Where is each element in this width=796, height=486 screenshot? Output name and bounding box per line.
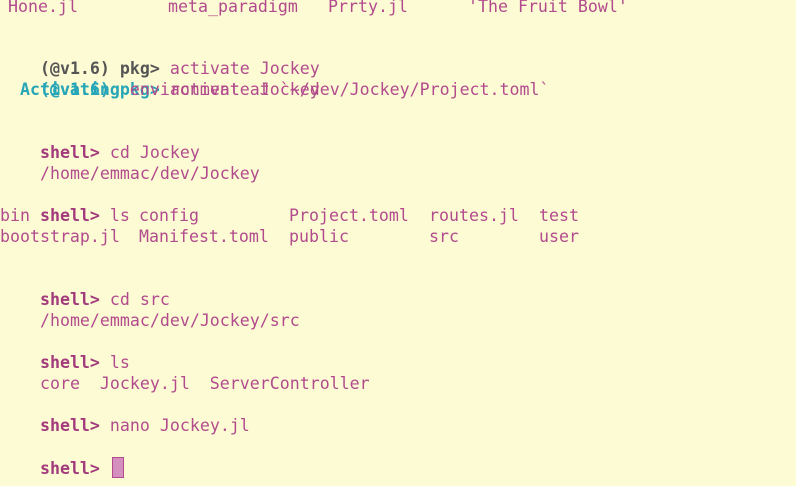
top-file-row: Hone.jl meta_paradigm Prrty.jl 'The Frui… bbox=[0, 0, 628, 17]
output-text: core Jockey.jl ServerController bbox=[39, 374, 370, 393]
file-entry: Hone.jl bbox=[8, 0, 78, 16]
file-entry: src bbox=[429, 227, 459, 246]
activating-output: Activating environment at `~/dev/Jockey/… bbox=[0, 79, 550, 100]
active-prompt-line[interactable]: shell> bbox=[0, 436, 124, 478]
terminal-window[interactable]: Hone.jl meta_paradigm Prrty.jl 'The Frui… bbox=[0, 0, 796, 486]
file-entry: Prrty.jl bbox=[328, 0, 408, 16]
activating-path: environment at `~/dev/Jockey/Project.tom… bbox=[129, 80, 550, 99]
file-entry: bootstrap.jl bbox=[0, 227, 120, 246]
shell-command-line: shell> cd Jockey bbox=[0, 121, 200, 162]
file-entry: public bbox=[289, 227, 349, 246]
command-output: /home/emmac/dev/Jockey bbox=[0, 142, 260, 183]
shell-command-line: shell> ls bbox=[0, 184, 130, 225]
shell-command-line: shell> cd src bbox=[0, 268, 170, 309]
file-entry: user bbox=[539, 227, 579, 246]
output-text: /home/emmac/dev/Jockey/src bbox=[39, 311, 300, 330]
shell-command-line: shell> ls bbox=[0, 331, 130, 372]
file-entry: 'The Fruit Bowl' bbox=[468, 0, 628, 16]
command-output: core Jockey.jl ServerController bbox=[0, 352, 370, 393]
activating-label: Activating bbox=[19, 80, 120, 99]
file-entry: test bbox=[539, 206, 579, 225]
shell-prompt: shell> bbox=[39, 459, 100, 478]
command-text: nano Jockey.jl bbox=[109, 416, 250, 435]
shell-command-line: shell> nano Jockey.jl bbox=[0, 394, 250, 435]
pkg-command-line: (@v1.6) pkg> activate Jockey bbox=[0, 58, 320, 99]
pkg-command-line: (@v1.6) pkg> activate Jockey bbox=[0, 37, 320, 78]
ls-output-row: bin config Project.toml routes.jl test bbox=[0, 205, 796, 226]
block-cursor-icon bbox=[111, 457, 124, 478]
command-output: /home/emmac/dev/Jockey/src bbox=[0, 289, 300, 330]
file-entry: meta_paradigm bbox=[168, 0, 298, 16]
file-entry: bin bbox=[0, 206, 30, 225]
ls-output-row: bootstrap.jl Manifest.toml public src us… bbox=[0, 226, 796, 247]
file-entry: config bbox=[139, 206, 199, 225]
file-entry: Manifest.toml bbox=[139, 227, 269, 246]
shell-prompt: shell> bbox=[39, 416, 100, 435]
file-entry: Project.toml bbox=[289, 206, 409, 225]
file-entry: routes.jl bbox=[429, 206, 519, 225]
output-text: /home/emmac/dev/Jockey bbox=[39, 164, 260, 183]
